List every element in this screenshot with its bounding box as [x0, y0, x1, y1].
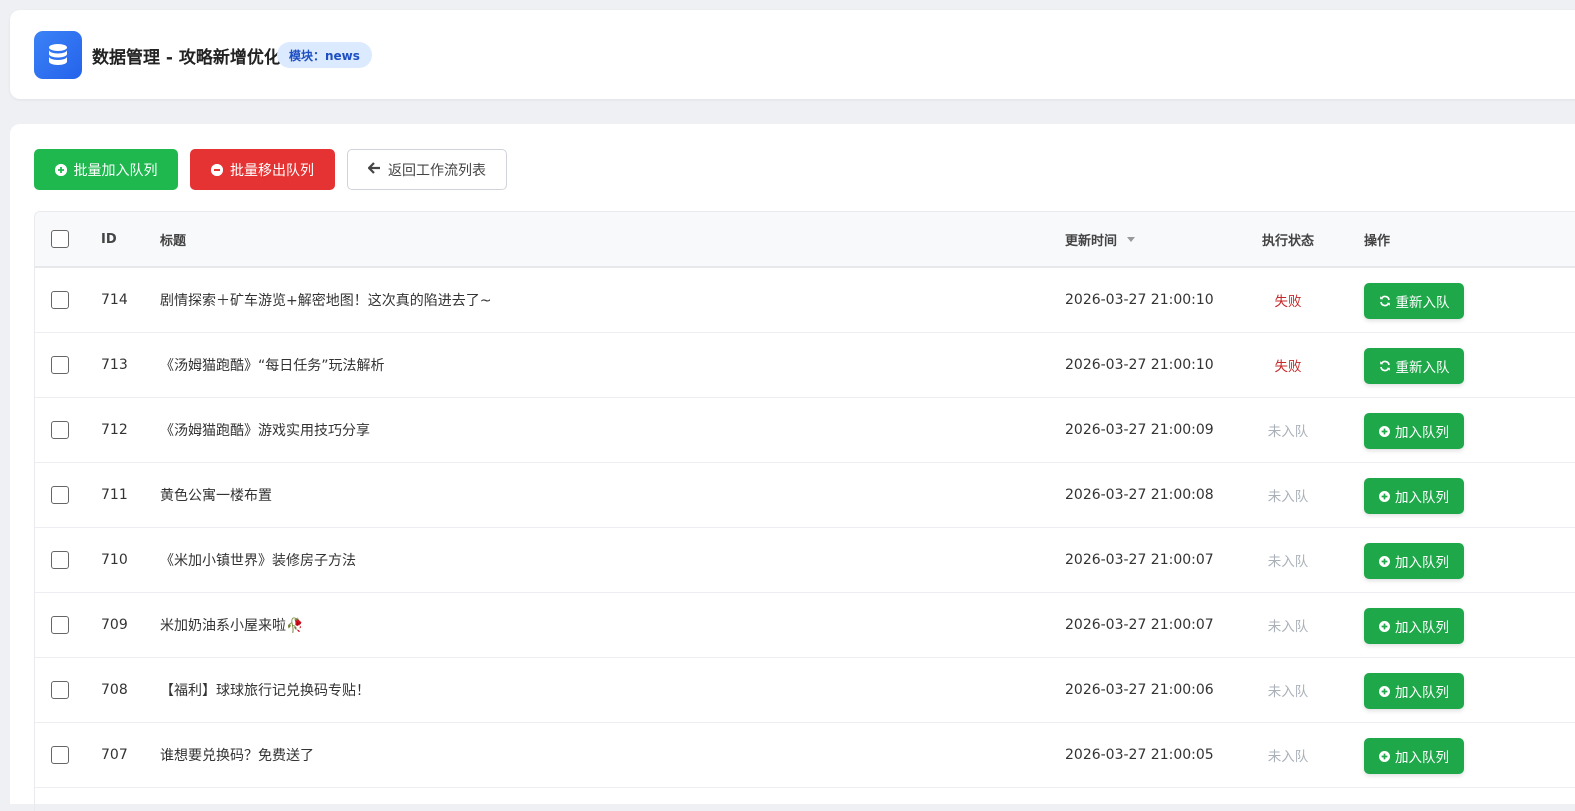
- row-status: 未入队: [1267, 424, 1309, 440]
- table-row: 711 黄色公寓一楼布置 2026-03-27 21:00:08 未入队 加入队列: [35, 463, 1575, 528]
- row-checkbox[interactable]: [51, 551, 69, 569]
- column-header-updated[interactable]: 更新时间: [1065, 212, 1136, 266]
- row-action-label: 加入队列: [1395, 685, 1449, 701]
- row-title: 《汤姆猫跑酷》“每日任务”玩法解析: [160, 358, 385, 374]
- row-action-label: 重新入队: [1395, 360, 1450, 376]
- row-status: 未入队: [1267, 619, 1309, 635]
- add-to-queue-button[interactable]: 加入队列: [1364, 738, 1464, 774]
- plus-circle-icon: [1379, 750, 1390, 762]
- add-to-queue-button[interactable]: 加入队列: [1364, 608, 1464, 644]
- row-status: 失败: [1274, 359, 1302, 375]
- requeue-button[interactable]: 重新入队: [1364, 283, 1464, 319]
- row-action-label: 加入队列: [1395, 490, 1449, 506]
- column-header-title: 标题: [160, 233, 187, 249]
- row-updated-time: 2026-03-27 21:00:07: [1065, 617, 1214, 633]
- table-row: 709 米加奶油系小屋来啦🥀 2026-03-27 21:00:07 未入队 加入队列: [35, 593, 1575, 658]
- minus-circle-icon: [211, 163, 223, 176]
- refresh-icon: [1379, 295, 1391, 307]
- row-id: 712: [101, 422, 128, 438]
- add-to-queue-button[interactable]: 加入队列: [1364, 413, 1464, 449]
- back-to-workflows-button[interactable]: 返回工作流列表: [347, 149, 507, 190]
- requeue-button[interactable]: 重新入队: [1364, 348, 1464, 384]
- row-action-label: 加入队列: [1395, 425, 1449, 441]
- arrow-left-icon: [367, 161, 381, 178]
- row-updated-time: 2026-03-27 21:00:08: [1065, 487, 1214, 503]
- row-id: 708: [101, 682, 128, 698]
- row-title: 米加奶油系小屋来啦🥀: [160, 618, 304, 634]
- table-row: 712 《汤姆猫跑酷》游戏实用技巧分享 2026-03-27 21:00:09 未入队…: [35, 398, 1575, 463]
- row-id: 710: [101, 552, 128, 568]
- main-card: 批量加入队列 批量移出队列 返回工作流列表 ID 标题 更新时间 执行状态 操作…: [10, 124, 1575, 811]
- refresh-icon: [1379, 360, 1391, 372]
- row-id: 707: [101, 747, 128, 763]
- row-status: 未入队: [1267, 749, 1309, 765]
- row-action-label: 加入队列: [1395, 750, 1449, 766]
- row-updated-time: 2026-03-27 21:00:06: [1065, 682, 1214, 698]
- column-header-updated-label: 更新时间: [1065, 233, 1118, 249]
- row-checkbox[interactable]: [51, 746, 69, 764]
- row-checkbox[interactable]: [51, 616, 69, 634]
- add-to-queue-button[interactable]: 加入队列: [1364, 543, 1464, 579]
- plus-circle-icon: [54, 163, 67, 176]
- plus-circle-icon: [1379, 685, 1390, 697]
- row-title: 《汤姆猫跑酷》游戏实用技巧分享: [160, 423, 370, 439]
- row-status: 未入队: [1267, 489, 1309, 505]
- table-row: 714 剧情探索＋矿车游览+解密地图！这次真的陷进去了~ 2026-03-27 21…: [35, 268, 1575, 333]
- add-to-queue-button[interactable]: 加入队列: [1364, 673, 1464, 709]
- plus-circle-icon: [1379, 555, 1390, 567]
- column-header-action: 操作: [1364, 233, 1391, 249]
- row-action-label: 加入队列: [1395, 555, 1449, 571]
- row-updated-time: 2026-03-27 21:00:07: [1065, 552, 1214, 568]
- row-id: 711: [101, 487, 128, 503]
- row-title: 【福利】球球旅行记兑换码专贴！: [160, 683, 370, 699]
- row-status: 未入队: [1267, 554, 1309, 570]
- row-action-label: 加入队列: [1395, 620, 1449, 636]
- row-id: 714: [101, 292, 128, 308]
- column-header-status: 执行状态: [1262, 233, 1315, 249]
- data-table: ID 标题 更新时间 执行状态 操作 714 剧情探索＋矿车游览+解密地图！这次真…: [34, 211, 1575, 811]
- plus-circle-icon: [1379, 490, 1390, 502]
- row-updated-time: 2026-03-27 21:00:10: [1065, 292, 1214, 308]
- table-row: 713 《汤姆猫跑酷》“每日任务”玩法解析 2026-03-27 21:00:10 失…: [35, 333, 1575, 398]
- row-title: 剧情探索＋矿车游览+解密地图！这次真的陷进去了~: [160, 293, 492, 309]
- table-header: ID 标题 更新时间 执行状态 操作: [35, 212, 1575, 268]
- table-row: 710 《米加小镇世界》装修房子方法 2026-03-27 21:00:07 未入队 加…: [35, 528, 1575, 593]
- page-title: 数据管理 - 攻略新增优化: [92, 48, 281, 68]
- select-all-checkbox[interactable]: [51, 230, 69, 248]
- row-checkbox[interactable]: [51, 291, 69, 309]
- row-id: 713: [101, 357, 128, 373]
- row-checkbox[interactable]: [51, 356, 69, 374]
- add-to-queue-button[interactable]: 加入队列: [1364, 478, 1464, 514]
- table-row: 707 谁想要兑换码？免费送了 2026-03-27 21:00:05 未入队 加入队列: [35, 723, 1575, 788]
- header-card: 数据管理 - 攻略新增优化 模块：news: [10, 10, 1575, 99]
- plus-circle-icon: [1379, 425, 1390, 437]
- sort-down-icon[interactable]: [1127, 236, 1136, 242]
- row-checkbox[interactable]: [51, 681, 69, 699]
- row-title: 黄色公寓一楼布置: [160, 488, 272, 504]
- database-icon: [34, 31, 82, 79]
- row-status: 未入队: [1267, 684, 1309, 700]
- batch-add-queue-button[interactable]: 批量加入队列: [34, 149, 178, 190]
- row-title: 谁想要兑换码？免费送了: [160, 748, 314, 764]
- batch-add-label: 批量加入队列: [73, 162, 158, 179]
- row-action-label: 重新入队: [1395, 295, 1450, 311]
- row-updated-time: 2026-03-27 21:00:05: [1065, 747, 1214, 763]
- row-status: 失败: [1274, 294, 1302, 310]
- row-updated-time: 2026-03-27 21:00:10: [1065, 357, 1214, 373]
- row-title: 《米加小镇世界》装修房子方法: [160, 553, 356, 569]
- row-id: 709: [101, 617, 128, 633]
- row-checkbox[interactable]: [51, 486, 69, 504]
- batch-remove-queue-button[interactable]: 批量移出队列: [190, 149, 335, 190]
- table-row: 708 【福利】球球旅行记兑换码专贴！ 2026-03-27 21:00:06 未入队…: [35, 658, 1575, 723]
- row-checkbox[interactable]: [51, 421, 69, 439]
- back-label: 返回工作流列表: [388, 162, 486, 179]
- plus-circle-icon: [1379, 620, 1390, 632]
- column-header-id: ID: [101, 231, 117, 247]
- module-badge: 模块：news: [277, 42, 372, 68]
- row-updated-time: 2026-03-27 21:00:09: [1065, 422, 1214, 438]
- batch-remove-label: 批量移出队列: [230, 162, 314, 179]
